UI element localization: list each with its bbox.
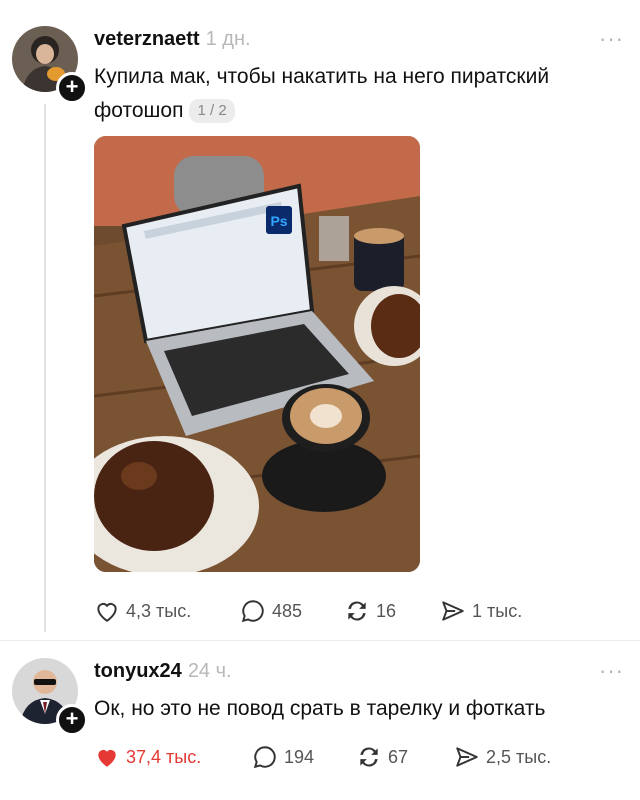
- like-count: 4,3 тыс.: [126, 600, 192, 621]
- photoshop-logo-icon: Ps: [270, 213, 287, 229]
- post-text: Купила мак, чтобы накатить на него пират…: [94, 65, 550, 123]
- repost-button[interactable]: 16: [344, 598, 396, 624]
- repost-count: 67: [388, 746, 409, 767]
- comment-icon: [253, 746, 276, 769]
- comment-icon: [241, 600, 264, 623]
- repost-button[interactable]: 67: [356, 744, 408, 770]
- follow-button[interactable]: +: [56, 704, 88, 736]
- username[interactable]: tonyux24 24 ч.: [94, 660, 232, 683]
- comment-button[interactable]: 485: [240, 598, 302, 624]
- share-count: 2,5 тыс.: [486, 746, 552, 767]
- comment-button[interactable]: 194: [252, 744, 314, 770]
- send-icon: [456, 747, 478, 767]
- share-count: 1 тыс.: [472, 600, 523, 621]
- comment-count: 194: [284, 746, 315, 767]
- like-button[interactable]: 4,3 тыс.: [94, 598, 191, 624]
- repost-icon: [360, 747, 378, 767]
- post-time: 1 дн.: [205, 28, 251, 50]
- thread-line: [44, 104, 46, 632]
- post-1: + veterznaett 1 дн. ··· Купила мак, чтобы…: [0, 0, 640, 640]
- post-time: 24 ч.: [187, 660, 232, 682]
- like-button[interactable]: 37,4 тыс.: [94, 744, 201, 770]
- post-actions: 4,3 тыс. 485 16 1 тыс.: [94, 598, 554, 628]
- share-button[interactable]: 1 тыс.: [440, 598, 522, 624]
- heart-icon: [97, 603, 117, 622]
- post-text: Ок, но это не повод срать в тарелку и фо…: [94, 697, 546, 720]
- share-button[interactable]: 2,5 тыс.: [454, 744, 551, 770]
- post-actions: 37,4 тыс. 194 67 2,5 тыс.: [94, 744, 594, 774]
- more-options-icon[interactable]: ···: [599, 658, 624, 684]
- send-icon: [442, 601, 464, 621]
- more-options-icon[interactable]: ···: [599, 26, 624, 52]
- repost-count: 16: [376, 600, 397, 621]
- follow-button[interactable]: +: [56, 72, 88, 104]
- comment-count: 485: [272, 600, 303, 621]
- heart-filled-icon: [98, 749, 116, 767]
- page-indicator: 1 / 2: [189, 99, 235, 123]
- repost-icon: [348, 601, 366, 621]
- username[interactable]: veterznaett 1 дн.: [94, 28, 251, 51]
- post-2: + tonyux24 24 ч. ··· Ок, но это не повод …: [0, 640, 640, 800]
- like-count: 37,4 тыс.: [126, 746, 202, 767]
- post-photo[interactable]: Ps: [94, 136, 420, 572]
